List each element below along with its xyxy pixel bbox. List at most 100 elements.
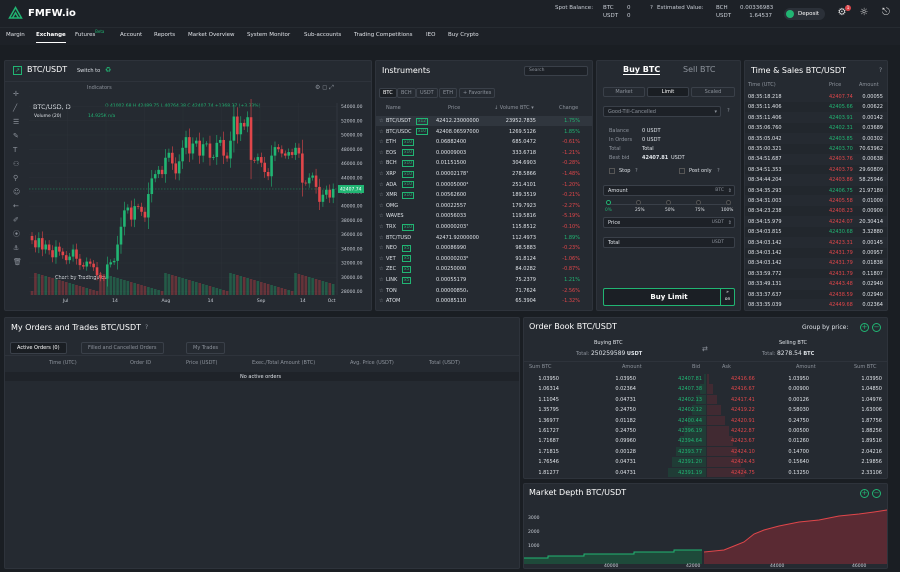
tab-scaled[interactable]: Scaled (691, 87, 735, 97)
star-icon[interactable]: ☆ (379, 298, 383, 304)
instrument-row[interactable]: ☆ OMG 0.00022557 179.7923 -2.27% (376, 201, 592, 211)
col-change[interactable]: Change (559, 105, 578, 111)
instrument-row[interactable]: ☆ BTC/TUSD 42471.92000000 112.4973 1.89% (376, 233, 592, 243)
depth-plus-icon[interactable]: + (860, 489, 869, 498)
instrument-row[interactable]: ☆ ATOM 0.00085110 65.3904 -1.32% (376, 296, 592, 306)
brand-logo[interactable]: FMFW.io (8, 6, 76, 21)
instrument-row[interactable]: ☆ BTC/USDC x10 42408.06597000 1269.5126 1.85% (376, 127, 592, 137)
order-book-row[interactable]: 1.35795 0.24750 42402.12 42419.22 0.58030 1.6… (524, 405, 887, 415)
instrument-row[interactable]: ☆ VET x5 0.00000203⁶ 91.8124 -1.06% (376, 254, 592, 264)
nav-account[interactable]: Account (120, 32, 142, 38)
star-icon[interactable]: ☆ (379, 213, 383, 219)
nav-system-monitor[interactable]: System Monitor (247, 32, 290, 38)
instrument-row[interactable]: ☆ EOS x10 0.00009003 333.6718 -1.21% (376, 148, 592, 158)
star-icon[interactable]: ☆ (379, 245, 383, 251)
tab-limit[interactable]: Limit (647, 87, 689, 97)
stop-checkbox[interactable] (609, 168, 615, 174)
slider-stop[interactable] (696, 200, 701, 205)
instrument-row[interactable]: ☆ XRP x10 0.00002178⁷ 278.5866 -1.48% (376, 169, 592, 179)
nav-exchange[interactable]: Exchange (36, 32, 66, 43)
col-volume[interactable]: ↓ Volume BTC ▾ (494, 105, 534, 111)
instrument-row[interactable]: ☆ XMR x10 0.00562600 189.3519 -0.21% (376, 190, 592, 200)
star-icon[interactable]: ☆ (379, 129, 383, 135)
instrument-row[interactable]: ☆ BTC/USDT x12 42412.23000000 23952.7835 1.75… (376, 116, 592, 126)
nav-ieo[interactable]: IEO (426, 32, 435, 38)
post-only-help-icon[interactable]: ? (717, 168, 720, 174)
instrument-row[interactable]: ☆ LINK x5 0.00055179 75.2379 1.21% (376, 275, 592, 285)
time-in-force-select[interactable]: Good-Till-Cancelled ▾ (603, 106, 721, 117)
star-icon[interactable]: ☆ (379, 224, 383, 230)
star-icon[interactable]: ☆ (379, 171, 383, 177)
instrument-row[interactable]: ☆ NEO x5 0.00086990 98.5883 -0.23% (376, 243, 592, 253)
star-icon[interactable]: ☆ (379, 118, 383, 124)
star-icon[interactable]: ☆ (379, 256, 383, 262)
my-orders-help-icon[interactable]: ? (145, 324, 148, 331)
settings-icon[interactable]: ⚙ ◻ ⤢ (315, 84, 334, 92)
pct-0[interactable]: 0% (605, 208, 612, 213)
tab-bch[interactable]: BCH (397, 88, 416, 98)
slider-stop[interactable] (636, 200, 641, 205)
price-input[interactable]: Price USDT ⇕ (603, 217, 735, 228)
star-icon[interactable]: ☆ (379, 182, 383, 188)
star-icon[interactable]: ☆ (379, 277, 383, 283)
deposit-button[interactable]: Deposit (784, 8, 826, 20)
col-name[interactable]: Name (386, 105, 401, 111)
instrument-row[interactable]: ☆ ZEC x5 0.00250000 84.0282 -0.87% (376, 264, 592, 274)
nav-market-overview[interactable]: Market Overview (188, 32, 235, 38)
amount-input[interactable]: Amount BTC ⇕ (603, 185, 735, 196)
tab-btc[interactable]: BTC (379, 88, 397, 98)
depth-minus-icon[interactable]: − (872, 489, 881, 498)
group-minus-icon[interactable]: − (872, 323, 881, 332)
order-book-row[interactable]: 1.36977 0.01182 42400.44 42420.91 0.24750 1.8… (524, 415, 887, 426)
nav-reports[interactable]: Reports (154, 32, 175, 38)
switch-to-label[interactable]: Switch to (77, 68, 100, 74)
instrument-row[interactable]: ☆ TON 0.00000850₁ 71.7624 -2.56% (376, 286, 592, 296)
instrument-row[interactable]: ☆ TRX x10 0.00000203⁷ 115.8512 -0.10% (376, 222, 592, 232)
sell-tab[interactable]: Sell BTC (683, 65, 715, 74)
tab-favorites[interactable]: + Favorites (459, 88, 496, 98)
time-sales-help-icon[interactable]: ? (879, 67, 882, 74)
nav-sub-accounts[interactable]: Sub-accounts (304, 32, 341, 38)
star-icon[interactable]: ☆ (379, 203, 383, 209)
pct-50[interactable]: 50% (665, 208, 675, 213)
theme-sun-icon[interactable]: ☼ (858, 7, 870, 19)
star-icon[interactable]: ☆ (379, 288, 383, 294)
nav-trading-competitions[interactable]: Trading Competitions (354, 32, 412, 38)
recycle-icon[interactable]: ♻ (105, 66, 111, 74)
tab-usdt[interactable]: USDT (416, 88, 438, 98)
instrument-row[interactable]: ☆ ETH x10 0.06882400 685.0472 -0.61% (376, 137, 592, 147)
instrument-row[interactable]: ☆ BCH x10 0.01151500 304.6903 -0.28% (376, 158, 592, 168)
order-book-row[interactable]: 1.03950 1.03950 42407.81 42416.66 1.03950 1.0… (524, 374, 887, 384)
buy-limit-toggle[interactable]: » on (720, 289, 734, 305)
post-only-checkbox[interactable] (679, 168, 685, 174)
star-icon[interactable]: ☆ (379, 160, 383, 166)
nav-buy-crypto[interactable]: Buy Crypto (448, 32, 479, 38)
buy-tab[interactable]: Buy BTC (623, 65, 661, 75)
instrument-row[interactable]: ☆ WAVES 0.00056033 119.5816 -5.19% (376, 211, 592, 221)
instrument-search-input[interactable]: Search (524, 66, 588, 76)
order-book-row[interactable]: 1.81277 0.04731 42391.19 42424.75 0.13250 2.3… (524, 467, 887, 478)
star-icon[interactable]: ☆ (379, 192, 383, 198)
order-book-row[interactable]: 1.11045 0.04731 42402.13 42417.41 0.00126 1.0… (524, 394, 887, 405)
order-book-row[interactable]: 1.76546 0.04731 42391.20 42424.43 0.15640 2.1… (524, 457, 887, 467)
star-icon[interactable]: ☆ (379, 139, 383, 145)
nav-margin[interactable]: Margin (6, 32, 25, 38)
stop-help-icon[interactable]: ? (635, 168, 638, 174)
nav-futures[interactable]: Futures Beta (75, 29, 104, 38)
order-book-row[interactable]: 1.61727 0.24750 42396.19 42422.87 0.00500 1.8… (524, 426, 887, 436)
tif-help-icon[interactable]: ? (727, 108, 730, 114)
external-link-icon[interactable]: ↗ (13, 66, 22, 75)
tab-filled-cancelled[interactable]: Filled and Cancelled Orders (81, 342, 164, 354)
col-price[interactable]: Price (448, 105, 460, 111)
question-icon[interactable]: ? (650, 4, 653, 12)
slider-stop[interactable] (666, 200, 671, 205)
order-book-row[interactable]: 1.06314 0.02364 42407.38 42416.67 0.00900 1.0… (524, 384, 887, 395)
pct-75[interactable]: 75% (695, 208, 705, 213)
tab-eth[interactable]: ETH (439, 88, 457, 98)
order-book-row[interactable]: 1.71815 0.00128 42393.77 42424.10 0.14700 2.0… (524, 446, 887, 457)
indicators-button[interactable]: Indicators (87, 85, 112, 91)
logout-icon[interactable]: ⎋ (880, 7, 892, 19)
order-book-row[interactable]: 1.71687 0.09960 42394.64 42423.67 0.01260 1.8… (524, 436, 887, 447)
pct-25[interactable]: 25% (635, 208, 645, 213)
buy-limit-button[interactable]: Buy Limit (603, 288, 735, 306)
